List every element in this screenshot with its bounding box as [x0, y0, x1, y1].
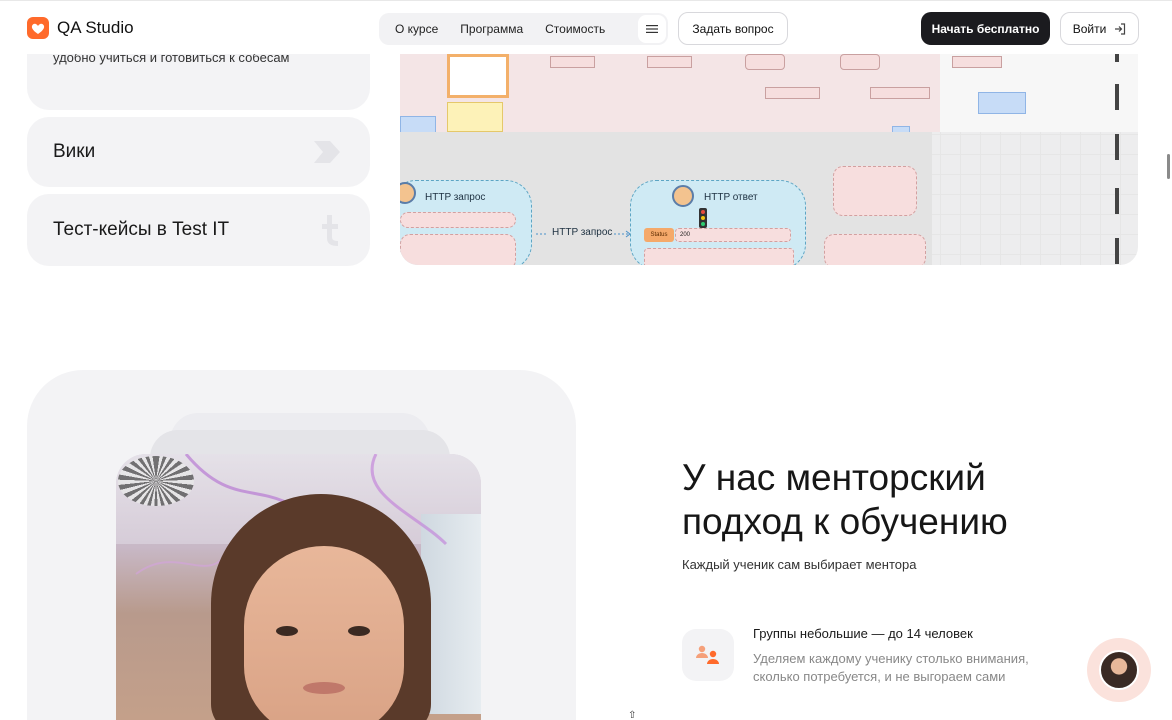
sticky-note: [447, 102, 503, 132]
flow-box: [870, 87, 930, 99]
mentor-video[interactable]: [116, 454, 481, 720]
response-codes-panel: [833, 166, 917, 216]
form-screenshot-note: [447, 54, 509, 98]
road-dash: [1115, 188, 1119, 214]
right-eye: [348, 626, 370, 636]
login-button[interactable]: Войти: [1060, 12, 1139, 45]
road-dash: [1115, 238, 1119, 264]
flow-box: [745, 54, 785, 70]
header: QA Studio О курсе Программа Стоимость За…: [0, 0, 1172, 54]
flow-box: [550, 56, 595, 68]
left-eye: [276, 626, 298, 636]
testit-logo-icon: [322, 215, 338, 246]
lips: [303, 682, 345, 694]
response-headers-panel: [644, 248, 794, 265]
feature-card-testit-label: Тест-кейсы в Test IT: [53, 219, 230, 240]
group-feature-title: Группы небольшие — до 14 человек: [753, 626, 973, 641]
feature-card-wiki[interactable]: Вики: [27, 117, 370, 187]
feature-card-wiki-label: Вики: [53, 141, 96, 162]
menu-button[interactable]: [638, 15, 666, 43]
url-field: [400, 212, 516, 228]
support-avatar: [1099, 650, 1139, 690]
mentor-heading: У нас менторский подход к обучению: [682, 457, 1008, 542]
flow-box: [840, 54, 880, 70]
logo[interactable]: QA Studio: [27, 17, 134, 39]
feature-card-testit[interactable]: Тест-кейсы в Test IT: [27, 194, 370, 266]
ask-question-label: Задать вопрос: [692, 21, 774, 36]
error-codes-panel: [824, 234, 926, 265]
cursor-icon: ⇧: [628, 710, 637, 720]
sticky-note: [978, 92, 1026, 114]
start-free-button[interactable]: Начать бесплатно: [921, 12, 1050, 45]
login-arrow-icon: [1115, 22, 1126, 35]
status-badge: Status: [644, 228, 674, 242]
http-request-title: HTTP запрос: [425, 192, 486, 203]
ask-question-button[interactable]: Задать вопрос: [678, 12, 788, 45]
people-icon: [696, 645, 719, 664]
headers-panel: [400, 234, 516, 265]
login-label: Войти: [1072, 21, 1107, 36]
chat-widget-button[interactable]: [1087, 638, 1151, 702]
flow-box: [952, 56, 1002, 68]
flow-box: [765, 87, 820, 99]
logo-heart-icon: [27, 17, 49, 39]
nav-item-about[interactable]: О курсе: [395, 22, 438, 36]
http-response-title: HTTP ответ: [704, 192, 758, 203]
flow-box: [647, 56, 692, 68]
group-feature-icon-box: [682, 629, 734, 681]
road-dash: [1115, 84, 1119, 110]
nav-item-price[interactable]: Стоимость: [545, 22, 605, 36]
logo-text: QA Studio: [57, 18, 134, 37]
group-feature-text: Уделяем каждому ученику столько внимания…: [753, 651, 1029, 684]
server-avatar: [672, 185, 694, 207]
hamburger-icon: [646, 25, 658, 33]
road-dash: [1115, 54, 1119, 62]
wiki-arrow-icon: [314, 141, 340, 163]
road-dash: [1115, 134, 1119, 160]
nav-item-program[interactable]: Программа: [460, 22, 523, 36]
status-value: 200: [675, 228, 791, 242]
mindmap-diagram: HTTP запрос HTTP запрос HTTP ответ Statu…: [400, 54, 1138, 265]
mentor-subheading: Каждый ученик сам выбирает ментора: [682, 557, 917, 572]
scrollbar[interactable]: [1164, 54, 1172, 720]
dotted-arrow-icon: [536, 230, 631, 238]
main-nav: О курсе Программа Стоимость: [379, 13, 668, 45]
scrollbar-thumb[interactable]: [1167, 154, 1170, 179]
start-free-label: Начать бесплатно: [931, 21, 1040, 36]
